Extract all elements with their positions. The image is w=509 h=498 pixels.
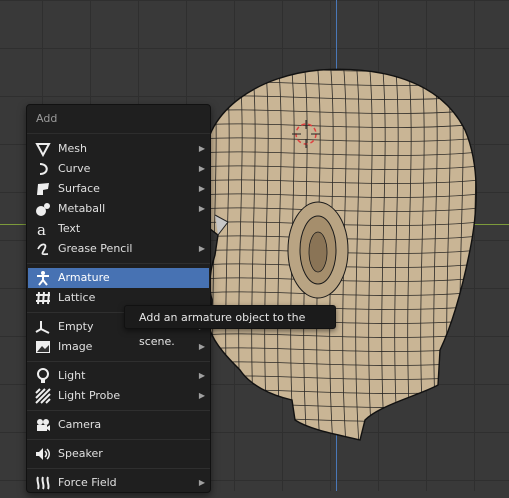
lattice-icon — [35, 290, 51, 306]
menu-item-armature[interactable]: Armature — [28, 268, 209, 288]
menu-item-force-field[interactable]: Force Field ▶ — [27, 473, 210, 493]
submenu-arrow-icon: ▶ — [198, 371, 205, 380]
add-menu: Add Mesh ▶ Curve ▶ Surface ▶ Metaball ▶ a Text Gre… — [26, 104, 211, 493]
menu-separator — [27, 263, 210, 264]
menu-item-label: Force Field — [58, 476, 117, 489]
submenu-arrow-icon: ▶ — [198, 244, 205, 253]
menu-item-light[interactable]: Light ▶ — [27, 366, 210, 386]
menu-separator — [27, 468, 210, 469]
submenu-arrow-icon: ▶ — [198, 184, 205, 193]
menu-item-mesh[interactable]: Mesh ▶ — [27, 139, 210, 159]
submenu-arrow-icon: ▶ — [198, 342, 205, 351]
armature-icon — [35, 270, 51, 286]
submenu-arrow-icon: ▶ — [198, 391, 205, 400]
menu-item-label: Surface — [58, 182, 100, 195]
menu-item-metaball[interactable]: Metaball ▶ — [27, 199, 210, 219]
menu-title: Add — [27, 105, 210, 134]
surface-icon — [35, 181, 51, 197]
menu-item-grease-pencil[interactable]: Grease Pencil ▶ — [27, 239, 210, 259]
text-icon: a — [35, 221, 51, 239]
menu-item-label: Lattice — [58, 291, 96, 304]
submenu-arrow-icon: ▶ — [198, 478, 205, 487]
menu-item-label: Light — [58, 369, 86, 382]
light-icon — [35, 368, 51, 384]
menu-item-label: Camera — [58, 418, 102, 431]
submenu-arrow-icon: ▶ — [198, 204, 205, 213]
menu-item-label: Curve — [58, 162, 91, 175]
menu-separator — [27, 361, 210, 362]
menu-item-label: Empty — [58, 320, 94, 333]
tooltip: Add an armature object to the scene. — [124, 305, 336, 348]
camera-icon — [35, 417, 51, 433]
metaball-icon — [35, 201, 51, 217]
mesh-icon — [35, 141, 51, 158]
menu-separator — [27, 439, 210, 440]
svg-text:a: a — [37, 221, 46, 237]
grease-pencil-icon — [35, 241, 51, 257]
menu-item-surface[interactable]: Surface ▶ — [27, 179, 210, 199]
menu-separator — [27, 410, 210, 411]
menu-item-speaker[interactable]: Speaker — [27, 444, 210, 464]
submenu-arrow-icon: ▶ — [198, 164, 205, 173]
force-field-icon — [35, 475, 51, 491]
empty-icon — [35, 319, 51, 335]
light-probe-icon — [35, 388, 51, 404]
curve-icon — [35, 161, 51, 177]
menu-item-label: Light Probe — [58, 389, 121, 402]
menu-item-label: Mesh — [58, 142, 87, 155]
menu-item-label: Image — [58, 340, 93, 353]
menu-item-label: Armature — [58, 271, 110, 284]
menu-item-text[interactable]: a Text — [27, 219, 210, 239]
menu-item-label: Grease Pencil — [58, 242, 133, 255]
menu-item-light-probe[interactable]: Light Probe ▶ — [27, 386, 210, 406]
menu-item-curve[interactable]: Curve ▶ — [27, 159, 210, 179]
menu-item-camera[interactable]: Camera — [27, 415, 210, 435]
submenu-arrow-icon: ▶ — [198, 144, 205, 153]
menu-item-label: Speaker — [58, 447, 103, 460]
menu-item-label: Text — [58, 222, 81, 235]
menu-item-image[interactable]: Image ▶ — [27, 337, 210, 357]
menu-item-label: Metaball — [58, 202, 106, 215]
speaker-icon — [35, 446, 51, 462]
image-icon — [35, 339, 51, 355]
